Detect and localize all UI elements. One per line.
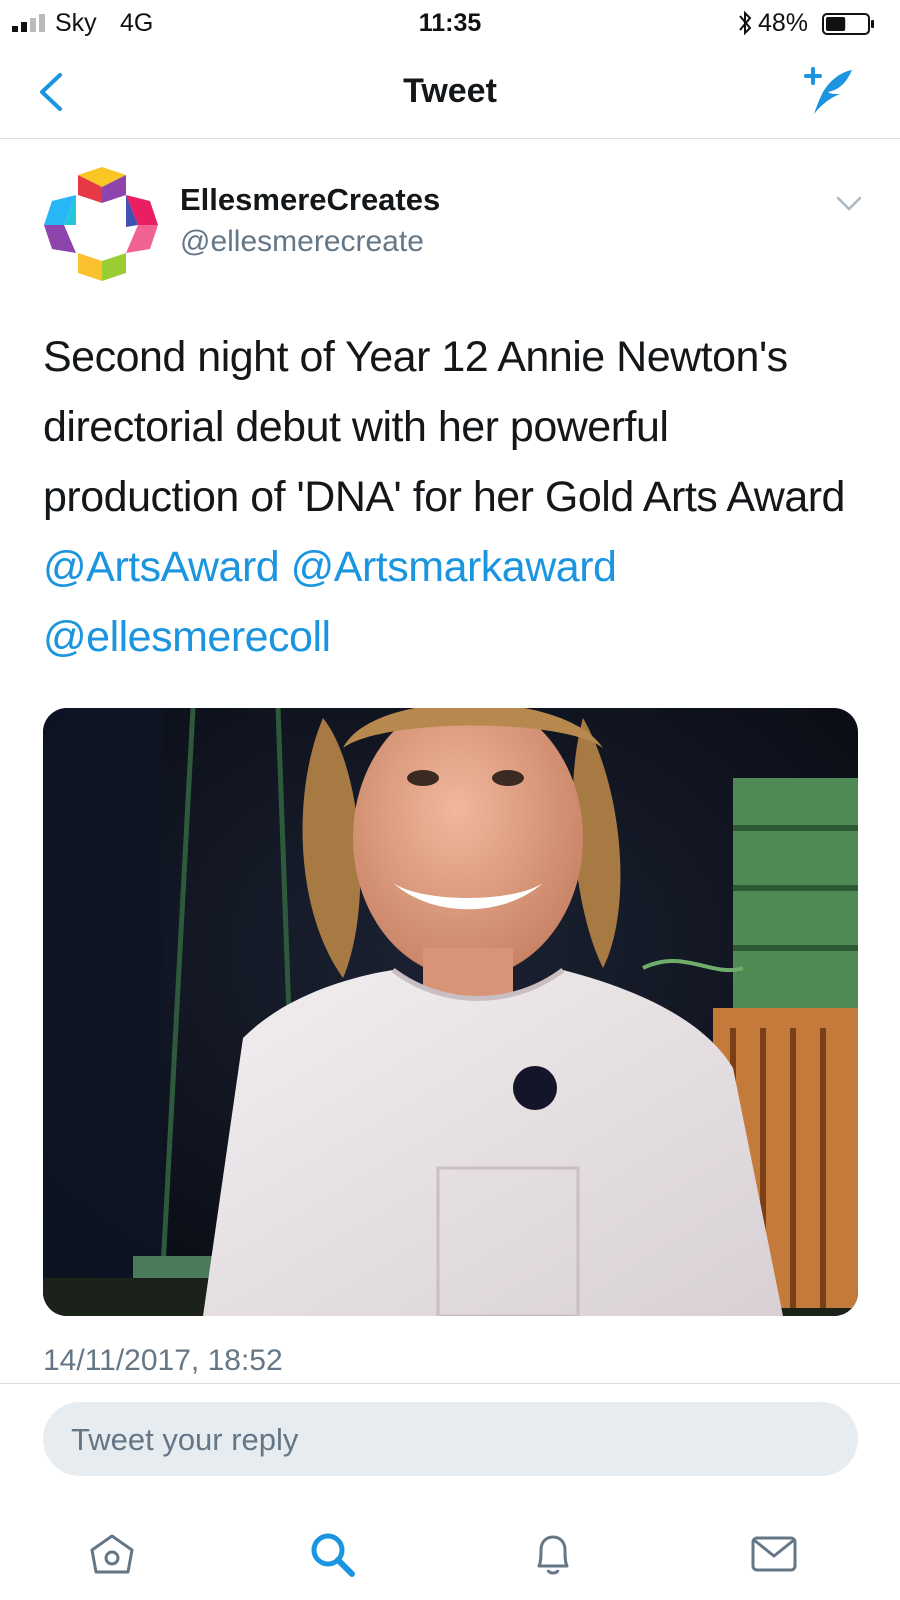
tab-bar bbox=[0, 1500, 900, 1600]
author-name[interactable]: EllesmereCreates bbox=[180, 182, 440, 218]
author-handle[interactable]: @ellesmerecreate bbox=[180, 225, 424, 259]
status-bar: Sky 4G 11:35 48% bbox=[0, 0, 900, 46]
compose-tweet-icon[interactable] bbox=[800, 64, 860, 120]
chevron-down-icon[interactable] bbox=[836, 196, 862, 212]
bell-icon[interactable] bbox=[527, 1528, 579, 1580]
page-title: Tweet bbox=[403, 72, 497, 110]
author-avatar[interactable] bbox=[42, 165, 160, 283]
home-icon[interactable] bbox=[86, 1528, 138, 1580]
mention-link[interactable]: @ellesmerecoll bbox=[43, 613, 331, 661]
search-icon[interactable] bbox=[306, 1528, 358, 1580]
divider bbox=[0, 1383, 900, 1384]
reply-placeholder: Tweet your reply bbox=[71, 1422, 299, 1457]
mention-link[interactable]: @Artsmarkaward bbox=[291, 543, 617, 591]
mail-icon[interactable] bbox=[748, 1528, 800, 1580]
battery-icon bbox=[822, 13, 874, 35]
navigation-bar: Tweet bbox=[0, 46, 900, 139]
mention-link[interactable]: @ArtsAward bbox=[43, 543, 280, 591]
battery-percent: 48% bbox=[758, 9, 809, 37]
tweet-body-text: Second night of Year 12 Annie Newton's d… bbox=[43, 333, 845, 521]
reply-input[interactable]: Tweet your reply bbox=[43, 1402, 858, 1476]
tweet-text: Second night of Year 12 Annie Newton's d… bbox=[43, 322, 863, 672]
tweet-photo[interactable] bbox=[43, 708, 858, 1316]
tweet-timestamp: 14/11/2017, 18:52 bbox=[43, 1344, 283, 1377]
bluetooth-icon bbox=[739, 10, 752, 36]
photo-illustration bbox=[43, 708, 858, 1316]
